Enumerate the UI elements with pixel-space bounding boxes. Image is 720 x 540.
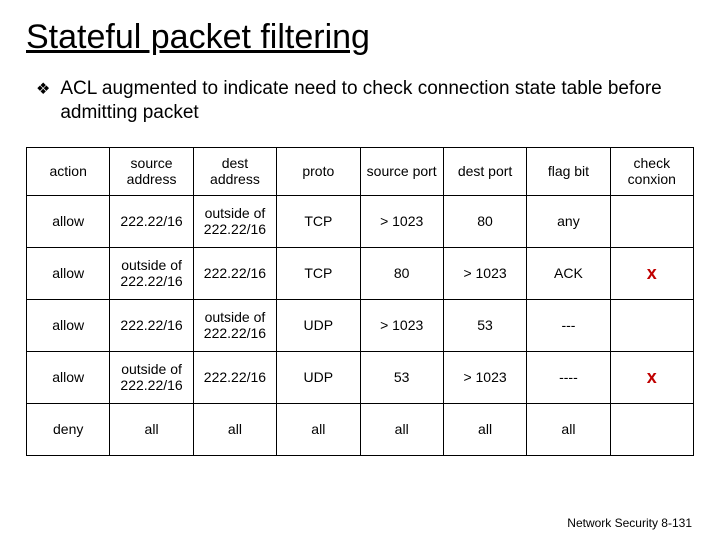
cell-src-port: all bbox=[360, 403, 443, 455]
acl-table: action source address dest address proto… bbox=[26, 147, 694, 456]
cell-dst-addr: all bbox=[193, 403, 276, 455]
cell-check: x bbox=[610, 351, 693, 403]
col-action: action bbox=[27, 147, 110, 195]
cell-src-addr: 222.22/16 bbox=[110, 195, 193, 247]
cell-action: allow bbox=[27, 351, 110, 403]
cell-dst-port: > 1023 bbox=[443, 351, 526, 403]
table-header-row: action source address dest address proto… bbox=[27, 147, 694, 195]
table-row: allow 222.22/16 outside of 222.22/16 TCP… bbox=[27, 195, 694, 247]
cell-flag: ACK bbox=[527, 247, 610, 299]
cell-action: allow bbox=[27, 195, 110, 247]
bullet-text: ACL augmented to indicate need to check … bbox=[60, 77, 688, 125]
cell-check bbox=[610, 299, 693, 351]
col-proto: proto bbox=[277, 147, 360, 195]
col-source-port: source port bbox=[360, 147, 443, 195]
cell-src-addr: all bbox=[110, 403, 193, 455]
cell-dst-port: > 1023 bbox=[443, 247, 526, 299]
cell-check: x bbox=[610, 247, 693, 299]
col-source-address: source address bbox=[110, 147, 193, 195]
slide-footer: Network Security 8-131 bbox=[567, 516, 692, 530]
cell-proto: UDP bbox=[277, 351, 360, 403]
cell-check bbox=[610, 195, 693, 247]
cell-src-addr: outside of 222.22/16 bbox=[110, 247, 193, 299]
cell-proto: TCP bbox=[277, 247, 360, 299]
table-row: deny all all all all all all bbox=[27, 403, 694, 455]
cell-proto: all bbox=[277, 403, 360, 455]
cell-proto: UDP bbox=[277, 299, 360, 351]
cell-dst-addr: outside of 222.22/16 bbox=[193, 299, 276, 351]
cell-src-port: > 1023 bbox=[360, 299, 443, 351]
cell-dst-port: 80 bbox=[443, 195, 526, 247]
table-row: allow 222.22/16 outside of 222.22/16 UDP… bbox=[27, 299, 694, 351]
cell-action: deny bbox=[27, 403, 110, 455]
col-dest-port: dest port bbox=[443, 147, 526, 195]
table-row: allow outside of 222.22/16 222.22/16 UDP… bbox=[27, 351, 694, 403]
col-check-conxion: check conxion bbox=[610, 147, 693, 195]
cell-flag: --- bbox=[527, 299, 610, 351]
col-dest-address: dest address bbox=[193, 147, 276, 195]
cell-src-port: 53 bbox=[360, 351, 443, 403]
cell-action: allow bbox=[27, 299, 110, 351]
cell-dst-addr: outside of 222.22/16 bbox=[193, 195, 276, 247]
col-flag-bit: flag bit bbox=[527, 147, 610, 195]
cell-check bbox=[610, 403, 693, 455]
cell-flag: ---- bbox=[527, 351, 610, 403]
cell-flag: any bbox=[527, 195, 610, 247]
cell-src-addr: outside of 222.22/16 bbox=[110, 351, 193, 403]
cell-dst-port: 53 bbox=[443, 299, 526, 351]
diamond-bullet-icon: ❖ bbox=[36, 79, 50, 99]
cell-src-port: 80 bbox=[360, 247, 443, 299]
cell-proto: TCP bbox=[277, 195, 360, 247]
cell-src-port: > 1023 bbox=[360, 195, 443, 247]
cell-dst-addr: 222.22/16 bbox=[193, 351, 276, 403]
cell-flag: all bbox=[527, 403, 610, 455]
bullet-item: ❖ ACL augmented to indicate need to chec… bbox=[36, 77, 688, 125]
cell-action: allow bbox=[27, 247, 110, 299]
cell-dst-port: all bbox=[443, 403, 526, 455]
cell-dst-addr: 222.22/16 bbox=[193, 247, 276, 299]
cell-src-addr: 222.22/16 bbox=[110, 299, 193, 351]
slide-title: Stateful packet filtering bbox=[26, 18, 694, 57]
table-row: allow outside of 222.22/16 222.22/16 TCP… bbox=[27, 247, 694, 299]
